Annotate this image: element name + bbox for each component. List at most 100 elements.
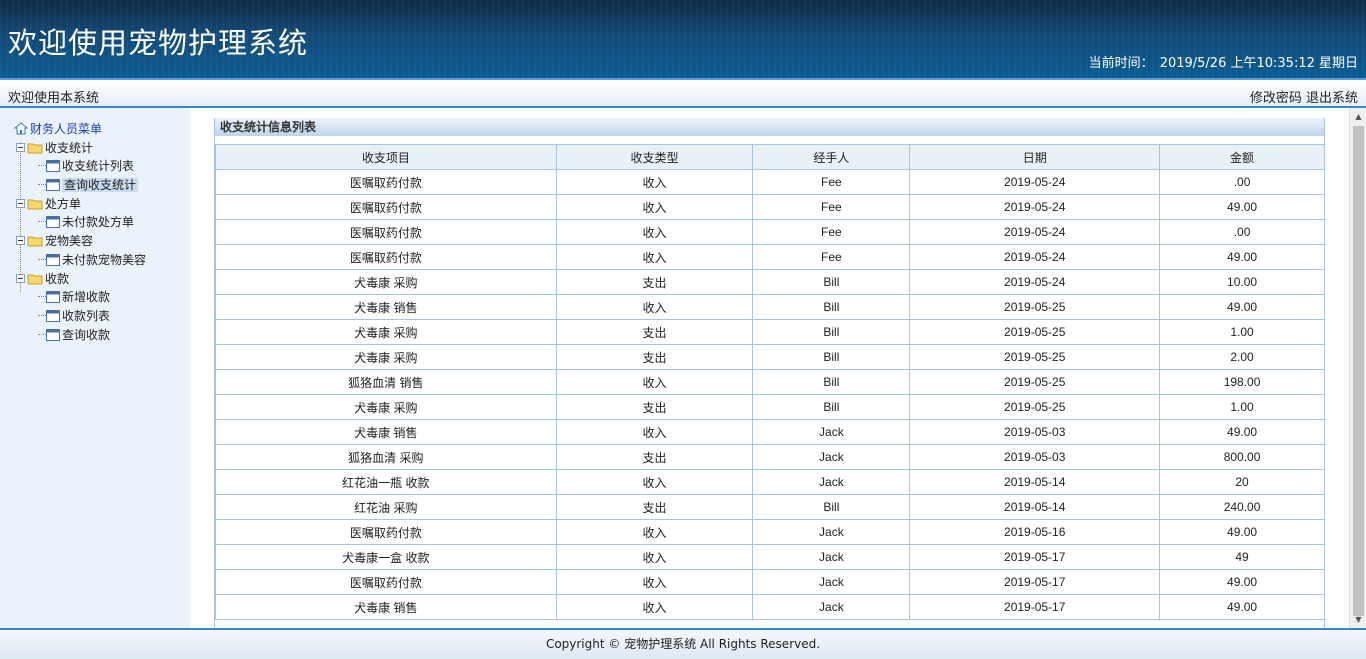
menu-group-label: 宠物美容 — [45, 234, 94, 249]
sidebar-menu: 财务人员菜单 收支统计 收支统计列表 查询收支统计 处方单 未付款处方单 宠物美… — [0, 108, 190, 628]
table-cell: Bill — [752, 369, 911, 395]
menu-item-add-payment[interactable]: 新增收款 — [14, 288, 146, 307]
folder-open-icon — [27, 274, 43, 284]
menu-item-label: 未付款宠物美容 — [62, 252, 147, 267]
user-actions: 修改密码 退出系统 — [1250, 87, 1358, 106]
table-cell: 收入 — [555, 294, 754, 320]
collapse-toggle-icon[interactable] — [16, 142, 25, 152]
page-icon — [46, 160, 60, 173]
menu-item-label: 收款列表 — [62, 308, 111, 323]
table-cell: 医嘱取药付款 — [215, 569, 557, 595]
table-cell: 红花油一瓶 收款 — [215, 469, 557, 495]
table-cell: 2019-05-17 — [909, 594, 1161, 620]
change-password-link[interactable]: 修改密码 — [1250, 91, 1302, 106]
table-cell: 49.00 — [1159, 194, 1324, 220]
scroll-down-arrow-icon[interactable]: ▼ — [1350, 611, 1366, 628]
table-cell: 医嘱取药付款 — [215, 169, 557, 195]
table-row: 犬毒康一盒 收款 收入 Jack 2019-05-17 49 — [215, 544, 1324, 570]
table-cell: 2019-05-24 — [909, 269, 1161, 295]
logout-link[interactable]: 退出系统 — [1306, 91, 1358, 106]
table-cell: 犬毒康 采购 — [215, 269, 557, 295]
table-cell: 狐狢血清 销售 — [215, 369, 557, 395]
page-icon — [46, 328, 60, 341]
menu-item-unpaid-grooming[interactable]: 未付款宠物美容 — [14, 251, 146, 270]
menu-group-label: 收款 — [45, 271, 70, 286]
table-cell: 240.00 — [1159, 494, 1324, 520]
scroll-up-arrow-icon[interactable]: ▲ — [1350, 108, 1366, 125]
menu-group-income-stats[interactable]: 收支统计 — [14, 139, 146, 158]
table-cell: 2019-05-17 — [909, 544, 1161, 570]
menu-group-prescriptions[interactable]: 处方单 — [14, 195, 146, 214]
table-row: 医嘱取药付款 收入 Jack 2019-05-16 49.00 — [215, 519, 1324, 545]
table-cell: 2.00 — [1159, 344, 1324, 370]
table-cell: 犬毒康 采购 — [215, 394, 557, 420]
tree-connector — [38, 221, 46, 223]
scroll-thumb[interactable] — [1353, 126, 1364, 616]
table-cell: 2019-05-03 — [909, 419, 1161, 445]
table-row: 医嘱取药付款 收入 Jack 2019-05-17 49.00 — [215, 569, 1324, 595]
menu-item-payment-list[interactable]: 收款列表 — [14, 307, 146, 326]
page-icon — [46, 309, 60, 322]
menu-group-label: 处方单 — [45, 196, 82, 211]
table-cell: 2019-05-14 — [909, 469, 1161, 495]
table-cell: 2019-05-25 — [909, 319, 1161, 345]
table-cell: 2019-05-25 — [909, 394, 1161, 420]
table-cell: 收入 — [555, 519, 754, 545]
table-cell: 支出 — [555, 319, 754, 345]
menu-group-payments[interactable]: 收款 — [14, 270, 146, 289]
collapse-toggle-icon[interactable] — [16, 273, 25, 283]
menu-item-label: 未付款处方单 — [62, 215, 135, 230]
table-cell: 犬毒康 采购 — [215, 319, 557, 345]
table-row: 医嘱取药付款 收入 Fee 2019-05-24 49.00 — [215, 244, 1324, 270]
table-row: 狐狢血清 销售 收入 Bill 2019-05-25 198.00 — [215, 369, 1324, 395]
table-cell: 49.00 — [1159, 419, 1324, 445]
column-header: 经手人 — [752, 144, 911, 170]
table-cell: Jack — [752, 519, 911, 545]
table-cell: .00 — [1159, 219, 1324, 245]
menu-item-query-income-stats[interactable]: 查询收支统计 — [14, 176, 146, 195]
menu-item-unpaid-prescriptions[interactable]: 未付款处方单 — [14, 213, 146, 232]
table-cell: 2019-05-24 — [909, 169, 1161, 195]
table-cell: 收入 — [555, 594, 754, 620]
table-cell: 2019-05-24 — [909, 219, 1161, 245]
table-cell: Jack — [752, 469, 911, 495]
table-row: 犬毒康 采购 支出 Bill 2019-05-24 10.00 — [215, 269, 1324, 295]
home-icon — [14, 122, 28, 135]
table-body: 医嘱取药付款 收入 Fee 2019-05-24.00 医嘱取药付款 收入 Fee 2019-… — [215, 169, 1324, 620]
menu-root[interactable]: 财务人员菜单 — [14, 120, 146, 139]
table-cell: Jack — [752, 419, 911, 445]
table-cell: Bill — [752, 269, 911, 295]
collapse-toggle-icon[interactable] — [16, 236, 25, 246]
table-cell: 2019-05-16 — [909, 519, 1161, 545]
table-cell: 医嘱取药付款 — [215, 219, 557, 245]
tree-connector — [38, 165, 46, 167]
copyright-text: Copyright © 宠物护理系统 All Rights Reserved. — [545, 637, 821, 651]
app-title: 欢迎使用宠物护理系统 — [8, 26, 309, 60]
table-cell: 1.00 — [1159, 394, 1324, 420]
menu-group-pet-grooming[interactable]: 宠物美容 — [14, 232, 146, 251]
table-row: 狐狢血清 采购 支出 Jack 2019-05-03 800.00 — [215, 444, 1324, 470]
table-cell: 49.00 — [1159, 294, 1324, 320]
table-row: 犬毒康 采购 支出 Bill 2019-05-25 1.00 — [215, 319, 1324, 345]
collapse-toggle-icon[interactable] — [16, 198, 25, 208]
table-cell: 支出 — [555, 269, 754, 295]
vertical-scrollbar[interactable]: ▲ ▼ — [1349, 108, 1366, 628]
table-cell: Jack — [752, 444, 911, 470]
page-icon — [46, 253, 60, 266]
table-cell: 支出 — [555, 494, 754, 520]
menu-item-query-payments[interactable]: 查询收款 — [14, 326, 146, 345]
table-cell: 犬毒康 采购 — [215, 344, 557, 370]
tree-connector — [38, 333, 46, 335]
table-cell: 犬毒康 销售 — [215, 594, 557, 620]
table-row: 医嘱取药付款 收入 Fee 2019-05-24.00 — [215, 219, 1324, 245]
table-cell: 医嘱取药付款 — [215, 519, 557, 545]
menu-item-income-stats-list[interactable]: 收支统计列表 — [14, 157, 146, 176]
menu-item-label: 查询收款 — [62, 327, 111, 342]
menu-group-label: 收支统计 — [45, 140, 94, 155]
tree-connector — [38, 184, 46, 186]
table-cell: 2019-05-25 — [909, 369, 1161, 395]
table-header-row: 收支项目 收支类型 经手人 日期 金额 — [215, 144, 1324, 170]
table-cell: 红花油 采购 — [215, 494, 557, 520]
table-row: 犬毒康 销售 收入 Jack 2019-05-03 49.00 — [215, 419, 1324, 445]
page-icon — [46, 179, 60, 192]
